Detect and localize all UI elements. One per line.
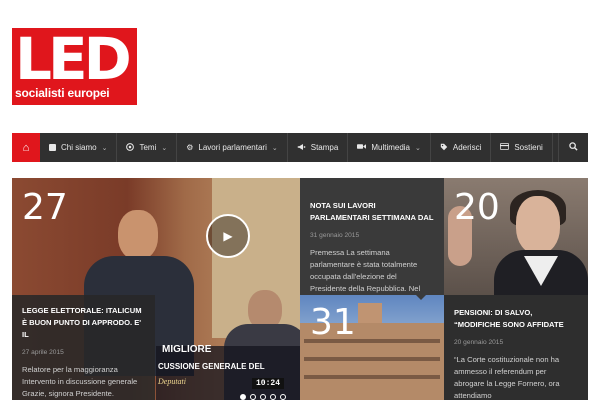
video-caption-line1: MIGLIORE [162, 344, 212, 355]
video-time: 10:24 [252, 378, 285, 389]
article-excerpt: “La Corte costituzionale non ha ammesso … [454, 355, 560, 400]
day-number: 27 [22, 187, 68, 228]
nav-item-multimedia[interactable]: Multimedia ⌄ [348, 133, 431, 162]
article-excerpt: Relatore per la maggioranza Intervento i… [22, 365, 138, 398]
nav-item-label: Stampa [310, 143, 339, 152]
nav-home[interactable]: ⌂ [12, 133, 40, 162]
square-icon [49, 144, 56, 151]
article-date: 20 gennaio 2015 [454, 339, 504, 346]
video-channel-logo: Deputati [158, 377, 186, 386]
nav-item-chi-siamo[interactable]: Chi siamo ⌄ [40, 133, 118, 162]
home-icon: ⌂ [22, 141, 30, 154]
article-card[interactable]: NOTA SUI LAVORI PARLAMENTARI SETTIMANA D… [300, 178, 444, 295]
article-date: 31 gennaio 2015 [310, 232, 360, 239]
slider-dot[interactable] [250, 394, 256, 400]
credit-card-icon [500, 143, 510, 152]
nav-item-label: Sostieni [514, 143, 543, 152]
chevron-down-icon: ⌄ [101, 144, 108, 152]
article-excerpt: Premessa La settimana parlamentare è sta… [310, 248, 421, 293]
logo-wordmark: LED [15, 25, 132, 93]
image-detail [304, 375, 440, 379]
search-button[interactable] [558, 133, 588, 162]
article-title[interactable]: LEGGE ELETTORALE: ITALICUM È BUON PUNTO … [22, 305, 145, 341]
article-image-tile[interactable]: 20 [444, 178, 588, 295]
chevron-down-icon: ⌄ [271, 144, 278, 152]
chevron-down-icon: ⌄ [161, 144, 168, 152]
slider-dots [240, 394, 286, 400]
play-icon: ▶ [223, 229, 233, 243]
day-number: 31 [310, 302, 356, 343]
pointer-arrow [415, 295, 427, 300]
slider-dot[interactable] [260, 394, 266, 400]
play-circle-icon [126, 142, 135, 153]
article-date: 27 aprile 2015 [22, 349, 64, 356]
slider-dot[interactable] [240, 394, 246, 400]
tag-icon [440, 143, 448, 153]
nav-item-label: Lavori parlamentari [198, 143, 267, 152]
logo-tagline: socialisti europei [15, 86, 110, 100]
article-card[interactable]: PENSIONI: DI SALVO, “MODIFICHE SONO AFFI… [444, 295, 588, 400]
nav-item-label: Aderisci [452, 143, 482, 152]
nav-item-label: Multimedia [371, 143, 411, 152]
day-number: 20 [454, 187, 500, 228]
play-button[interactable]: ▶ [206, 214, 250, 258]
nav-item-sostieni[interactable]: Sostieni [491, 133, 553, 162]
nav-item-temi[interactable]: Temi ⌄ [117, 133, 178, 162]
page: LED socialisti europei ⌂ Chi siamo ⌄ Tem… [0, 0, 600, 400]
megaphone-icon [297, 143, 306, 153]
chevron-down-icon: ⌄ [415, 144, 421, 152]
search-icon [569, 142, 578, 153]
slider-dot[interactable] [270, 394, 276, 400]
image-detail [516, 196, 560, 254]
nav-item-lavori-parlamentari[interactable]: ⚙ Lavori parlamentari ⌄ [177, 133, 288, 162]
article-card[interactable]: LEGGE ELETTORALE: ITALICUM È BUON PUNTO … [12, 295, 155, 400]
nav-item-stampa[interactable]: Stampa [288, 133, 349, 162]
article-title[interactable]: PENSIONI: DI SALVO, “MODIFICHE SONO AFFI… [454, 307, 578, 331]
video-camera-icon [357, 143, 367, 152]
site-logo[interactable]: LED socialisti europei [12, 25, 137, 105]
nav-item-label: Temi [139, 143, 157, 152]
main-nav: ⌂ Chi siamo ⌄ Temi ⌄ ⚙ Lavori parlamenta… [12, 133, 588, 162]
image-detail [304, 357, 440, 361]
article-image-tile[interactable]: 31 [300, 295, 444, 400]
slider-dot[interactable] [280, 394, 286, 400]
nav-item-aderisci[interactable]: Aderisci [431, 133, 492, 162]
nav-item-label: Chi siamo [61, 143, 97, 152]
article-title[interactable]: NOTA SUI LAVORI PARLAMENTARI SETTIMANA D… [310, 200, 434, 224]
gear-icon: ⚙ [186, 143, 194, 152]
video-caption-line2: CUSSIONE GENERALE DEL [158, 362, 265, 371]
